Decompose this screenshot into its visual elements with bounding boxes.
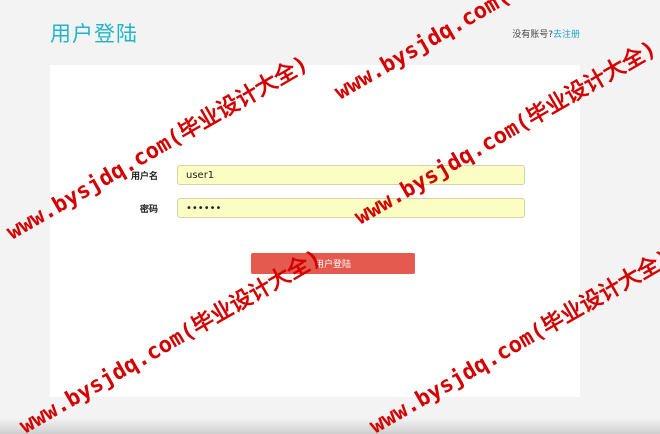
username-input[interactable] — [177, 165, 525, 185]
footer-bar — [0, 418, 660, 434]
register-hint: 没有账号?去注册 — [512, 27, 580, 40]
page-title: 用户登陆 — [50, 22, 138, 46]
password-label: 密码 — [139, 205, 158, 215]
password-row: 密码 — [50, 198, 580, 220]
username-label: 用户名 — [130, 172, 158, 182]
password-input[interactable] — [177, 198, 525, 218]
username-row: 用户名 — [50, 165, 580, 187]
login-button[interactable]: 用户登陆 — [251, 253, 415, 274]
login-card: 用户名 密码 用户登陆 — [50, 65, 580, 397]
register-link[interactable]: 去注册 — [553, 30, 580, 40]
register-prompt-text: 没有账号? — [512, 30, 553, 40]
